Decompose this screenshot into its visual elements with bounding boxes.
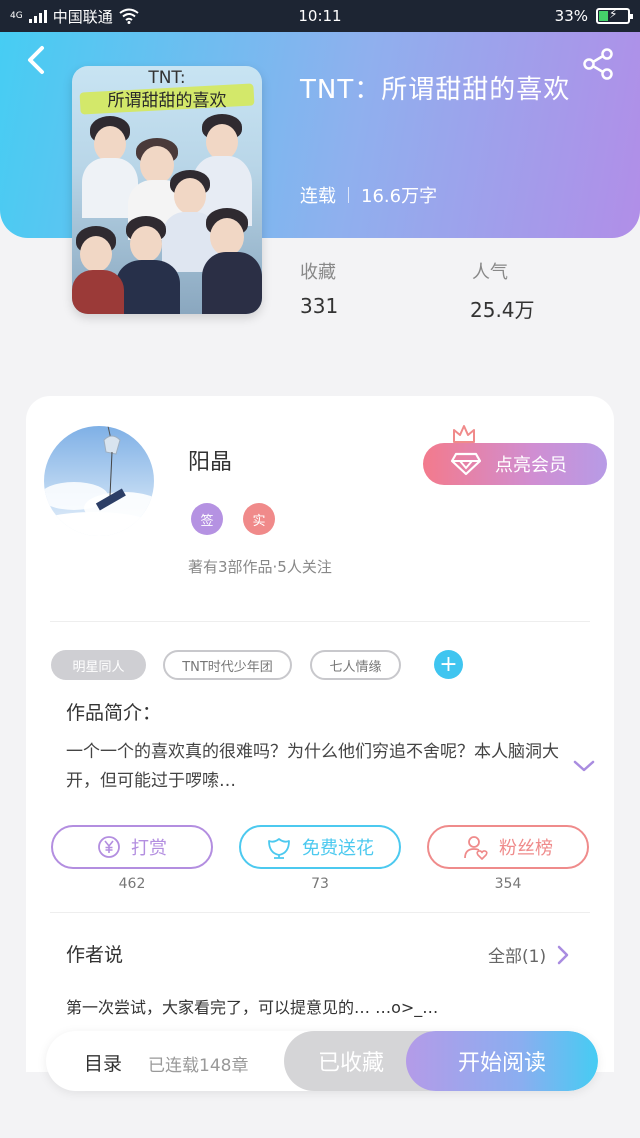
battery-percent: 33% [554, 7, 588, 25]
status-bar: 4G 中国联通 10:11 33% ⚡ [0, 0, 640, 32]
network-type: 4G [10, 11, 23, 21]
verified-badge: 实 [243, 503, 275, 535]
status-right: 33% ⚡ [554, 7, 633, 25]
all-comments-label: 全部(1) [488, 947, 547, 967]
author-stats: 著有3部作品·5人关注 [188, 558, 332, 576]
carrier-name: 中国联通 [52, 7, 113, 26]
battery-icon: ⚡ [596, 7, 633, 24]
chevron-down-icon[interactable] [572, 756, 596, 776]
divider [50, 912, 590, 913]
word-count: 16.6万字 [361, 186, 438, 207]
tag-1[interactable]: TNT时代少年团 [163, 650, 292, 680]
back-arrow-icon[interactable] [22, 42, 50, 78]
yen-icon [98, 836, 120, 858]
book-meta: 连载 16.6万字 [300, 182, 437, 208]
author-says-text: 第一次尝试，大家看完了，可以提意见的… …o>_… [66, 998, 439, 1017]
favorites-value: 331 [300, 294, 339, 318]
intro-heading: 作品简介： [66, 702, 162, 724]
vip-button-label: 点亮会员 [495, 455, 567, 476]
book-title: TNT：所谓甜甜的喜欢 [300, 75, 571, 105]
flower-icon [268, 838, 290, 859]
popularity-value: 25.4万 [470, 298, 535, 322]
popularity-label: 人气 [472, 262, 508, 283]
signal-icon [28, 9, 47, 23]
add-tag-button[interactable]: + [434, 650, 463, 679]
cover-title-bottom: 所谓甜甜的喜欢 [107, 91, 227, 111]
fans-rank-label: 粉丝榜 [499, 838, 553, 859]
cover-title-top: TNT: [148, 68, 186, 88]
author-name[interactable]: 阳晶 [188, 444, 232, 476]
meta-divider [348, 187, 349, 203]
reward-count: 462 [118, 876, 146, 892]
wifi-icon [119, 8, 139, 24]
fans-rank-button[interactable]: 粉丝榜 [427, 825, 589, 869]
bottom-action-bar: 目录 已连载148章 已收藏 开始阅读 [46, 1031, 598, 1091]
tag-2[interactable]: 七人情缘 [310, 650, 401, 680]
favorites-label: 收藏 [300, 262, 336, 283]
reward-button[interactable]: 打赏 [51, 825, 213, 869]
book-cover[interactable]: TNT: 所谓甜甜的喜欢 [72, 66, 262, 314]
send-flower-button[interactable]: 免费送花 [239, 825, 401, 869]
author-says-heading: 作者说 [66, 944, 124, 966]
chevron-right-icon [557, 945, 569, 964]
toc-button[interactable]: 目录 [84, 1049, 122, 1076]
intro-text: 一个一个的喜欢真的很难吗？为什么他们穷追不舍呢？本人脑洞大开，但可能过于啰嗦… [66, 742, 559, 791]
send-flower-label: 免费送花 [302, 838, 374, 859]
crown-icon [453, 425, 475, 443]
author-avatar[interactable] [44, 426, 154, 536]
diamond-icon [451, 452, 481, 476]
reward-label: 打赏 [131, 838, 167, 859]
vip-button[interactable]: 点亮会员 [423, 443, 607, 485]
user-heart-icon [464, 836, 488, 860]
signed-badge: 签 [191, 503, 223, 535]
divider [50, 621, 590, 622]
status-left: 4G 中国联通 [10, 6, 139, 27]
fans-count: 354 [494, 876, 522, 892]
all-comments-link[interactable]: 全部(1) [488, 942, 570, 967]
flower-count: 73 [311, 876, 329, 892]
start-reading-button[interactable]: 开始阅读 [406, 1031, 598, 1091]
book-status: 连载 [300, 186, 336, 207]
tag-0[interactable]: 明星同人 [51, 650, 146, 680]
chapter-count: 已连载148章 [148, 1056, 249, 1076]
